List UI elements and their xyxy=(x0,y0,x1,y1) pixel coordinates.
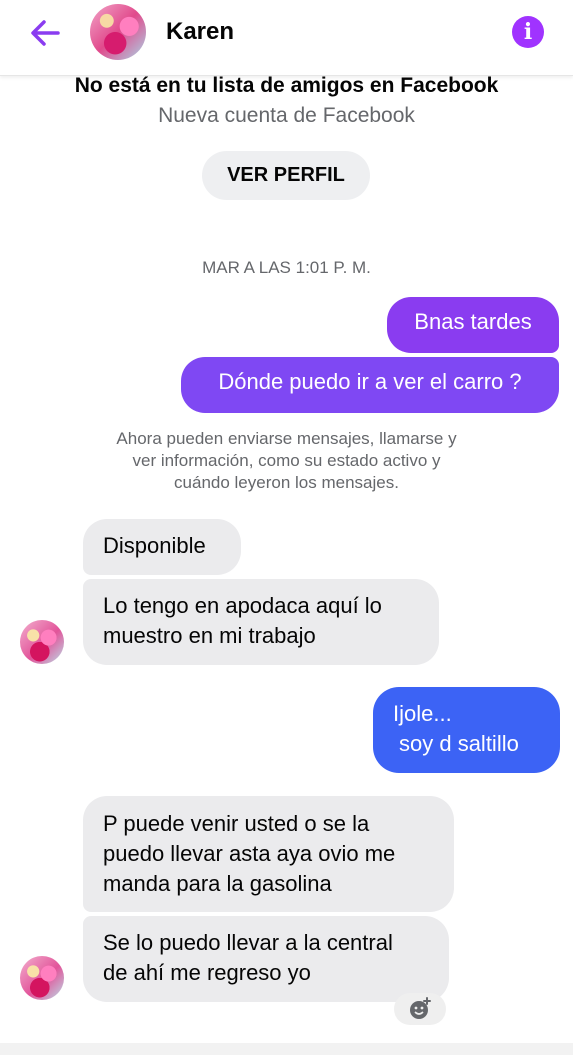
message-incoming[interactable]: Disponible xyxy=(83,519,241,575)
message-outgoing[interactable]: Ijole... soy d saltillo xyxy=(373,687,560,773)
message-text: Bnas tardes xyxy=(414,309,532,334)
arrow-left-icon xyxy=(31,20,60,46)
message-incoming[interactable]: Lo tengo en apodaca aquí lo muestro en m… xyxy=(83,579,439,665)
contact-avatar[interactable] xyxy=(90,4,146,60)
message-incoming[interactable]: Se lo puedo llevar a la central de ahí m… xyxy=(83,916,449,1002)
add-reaction-button[interactable] xyxy=(394,993,446,1025)
message-text: Se lo puedo llevar a la central xyxy=(103,930,393,955)
account-notice: Nueva cuenta de Facebook xyxy=(158,104,415,127)
connection-info-note: Ahora pueden enviarse mensajes, llamarse… xyxy=(0,428,573,494)
contact-name[interactable]: Karen xyxy=(166,18,234,46)
note-line: Ahora pueden enviarse mensajes, llamarse… xyxy=(116,429,457,448)
message-text: manda para la gasolina xyxy=(103,871,332,896)
view-profile-button[interactable]: VER PERFIL xyxy=(202,151,370,200)
message-text: de ahí me regreso yo xyxy=(103,960,311,985)
message-text: P puede venir usted o se la xyxy=(103,811,370,836)
message-timestamp: MAR A LAS 1:01 P. M. xyxy=(202,258,371,277)
message-incoming[interactable]: P puede venir usted o se la puedo llevar… xyxy=(83,796,454,912)
message-text: muestro en mi trabajo xyxy=(103,623,316,648)
message-text: Disponible xyxy=(103,533,206,558)
note-line: cuándo leyeron los mensajes. xyxy=(174,473,399,492)
contact-avatar-small[interactable] xyxy=(20,956,64,1000)
message-text: Lo tengo en apodaca aquí lo xyxy=(103,593,382,618)
message-text: puedo llevar asta aya ovio me xyxy=(103,841,396,866)
conversation-header: Karen i xyxy=(0,0,573,76)
message-outgoing[interactable]: Dónde puedo ir a ver el carro ? xyxy=(181,357,559,413)
not-friends-notice: No está en tu lista de amigos en Faceboo… xyxy=(74,74,499,97)
add-reaction-icon xyxy=(410,997,431,1019)
back-button[interactable] xyxy=(26,14,64,52)
message-outgoing[interactable]: Bnas tardes xyxy=(387,297,559,353)
note-line: ver información, como su estado activo y xyxy=(132,451,441,470)
composer-area xyxy=(0,1043,573,1055)
message-text: Dónde puedo ir a ver el carro ? xyxy=(218,369,522,394)
message-text: soy d saltillo xyxy=(399,731,519,756)
contact-avatar-small[interactable] xyxy=(20,620,64,664)
info-icon[interactable]: i xyxy=(512,16,544,48)
message-text: Ijole... xyxy=(393,701,452,726)
